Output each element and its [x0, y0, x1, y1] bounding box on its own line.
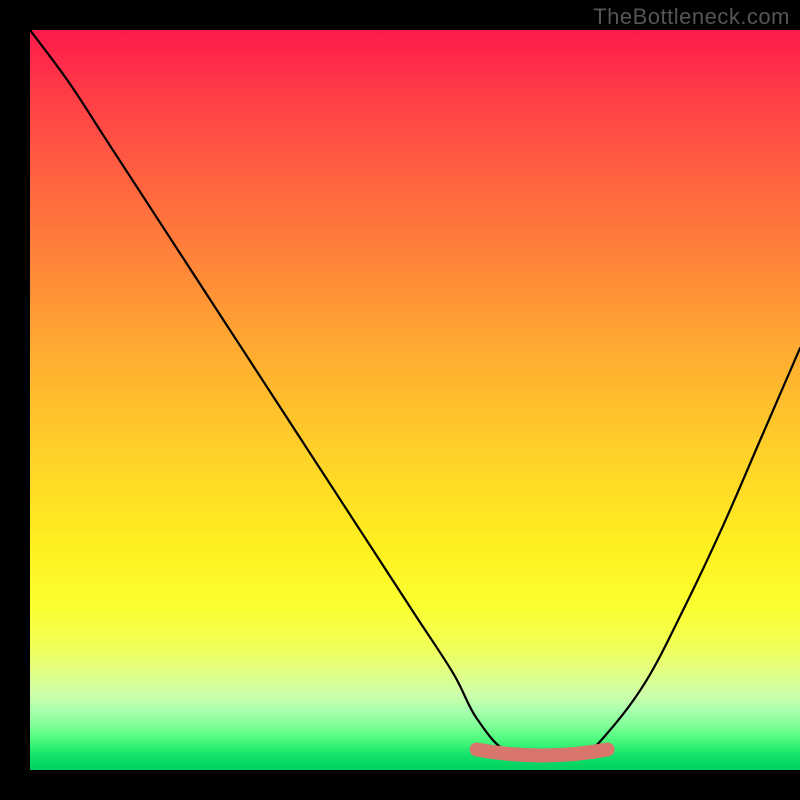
watermark-text: TheBottleneck.com — [593, 4, 790, 30]
plot-area — [30, 30, 800, 770]
valley-highlight — [477, 750, 608, 756]
bottleneck-curve — [30, 30, 800, 754]
curve-svg — [30, 30, 800, 770]
chart-container: TheBottleneck.com — [0, 0, 800, 800]
